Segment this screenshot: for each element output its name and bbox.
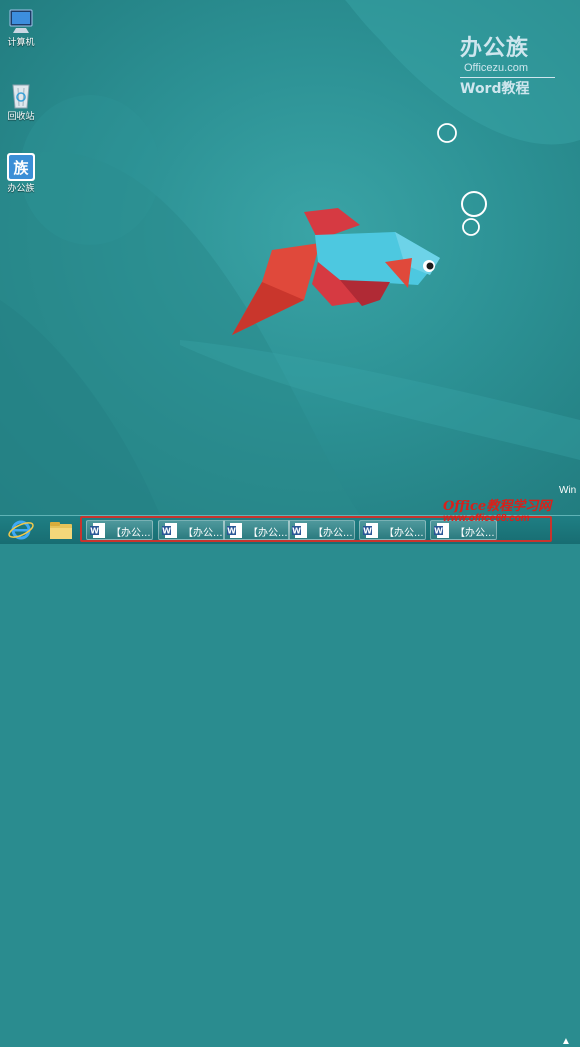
bubble (461, 191, 487, 217)
desktop-icon-bangongzu[interactable]: 族 办公族 (2, 152, 40, 195)
word-document-icon: W (363, 523, 378, 538)
bangongzu-watermark-logo: 办公族 Officezu.com Word教程 (460, 36, 570, 97)
desktop-icon-computer[interactable]: 计算机 (2, 6, 40, 49)
taskbar-window-title: 【办公... (455, 528, 495, 539)
computer-icon (9, 9, 33, 33)
svg-text:W: W (227, 527, 236, 536)
desktop-icon-label: 计算机 (7, 38, 35, 48)
svg-text:族: 族 (13, 159, 29, 177)
taskbar-ie-button[interactable] (6, 518, 36, 542)
watermark-product: Word教程 (460, 81, 530, 97)
desktop: 计算机 回收站 族 办公族 办公族 Officezu.com Word教程 Wi… (0, 0, 580, 515)
bubble (437, 123, 457, 143)
taskbar-window-title: 【办公... (313, 528, 353, 539)
ie-icon (8, 520, 34, 540)
desktop-icon-label: 办公族 (7, 184, 35, 194)
desktop-icon-recycle-bin[interactable]: 回收站 (2, 80, 40, 123)
taskbar-window-title: 【办公... (183, 528, 223, 539)
word-document-icon: W (162, 523, 177, 538)
taskbar-window-title: 【办公... (111, 528, 151, 539)
word-document-icon: W (227, 523, 242, 538)
site-watermark-url: www.office68.com (443, 513, 530, 524)
taskbar-word-window[interactable]: W 【办公... (223, 520, 290, 540)
folder-icon (50, 522, 72, 539)
desktop-icon-label: 回收站 (7, 112, 35, 122)
watermark-brand: 办公族 (460, 36, 530, 61)
bangongzu-app-icon: 族 (7, 153, 35, 181)
site-watermark: Office教程学习网 www.office68.com (443, 499, 552, 525)
bubble (462, 218, 480, 236)
svg-text:W: W (292, 527, 301, 536)
betta-fish (232, 208, 440, 335)
taskbar-window-title: 【办公... (384, 528, 424, 539)
svg-text:W: W (434, 527, 443, 536)
watermark-divider (460, 77, 555, 78)
word-document-icon: W (292, 523, 307, 538)
svg-text:W: W (90, 527, 99, 536)
taskbar-word-window[interactable]: W 【办公... (288, 520, 355, 540)
taskbar-word-window[interactable]: W 【办公... (359, 520, 426, 540)
svg-text:W: W (363, 527, 372, 536)
word-document-icon: W (434, 523, 449, 538)
taskbar-word-window[interactable]: W 【办公... (158, 520, 225, 540)
taskbar-explorer-button[interactable] (46, 518, 76, 542)
taskbar-word-window[interactable]: W 【办公... (86, 520, 153, 540)
svg-text:W: W (162, 527, 171, 536)
word-document-icon: W (90, 523, 105, 538)
recycle-bin-icon (12, 84, 30, 109)
tray-overflow-arrow[interactable]: ▲ (561, 1036, 571, 1047)
windows-edition-text: Win (559, 485, 577, 496)
watermark-url: Officezu.com (464, 62, 528, 74)
taskbar-window-title: 【办公... (248, 528, 288, 539)
site-watermark-title: Office教程学习网 (443, 499, 552, 514)
